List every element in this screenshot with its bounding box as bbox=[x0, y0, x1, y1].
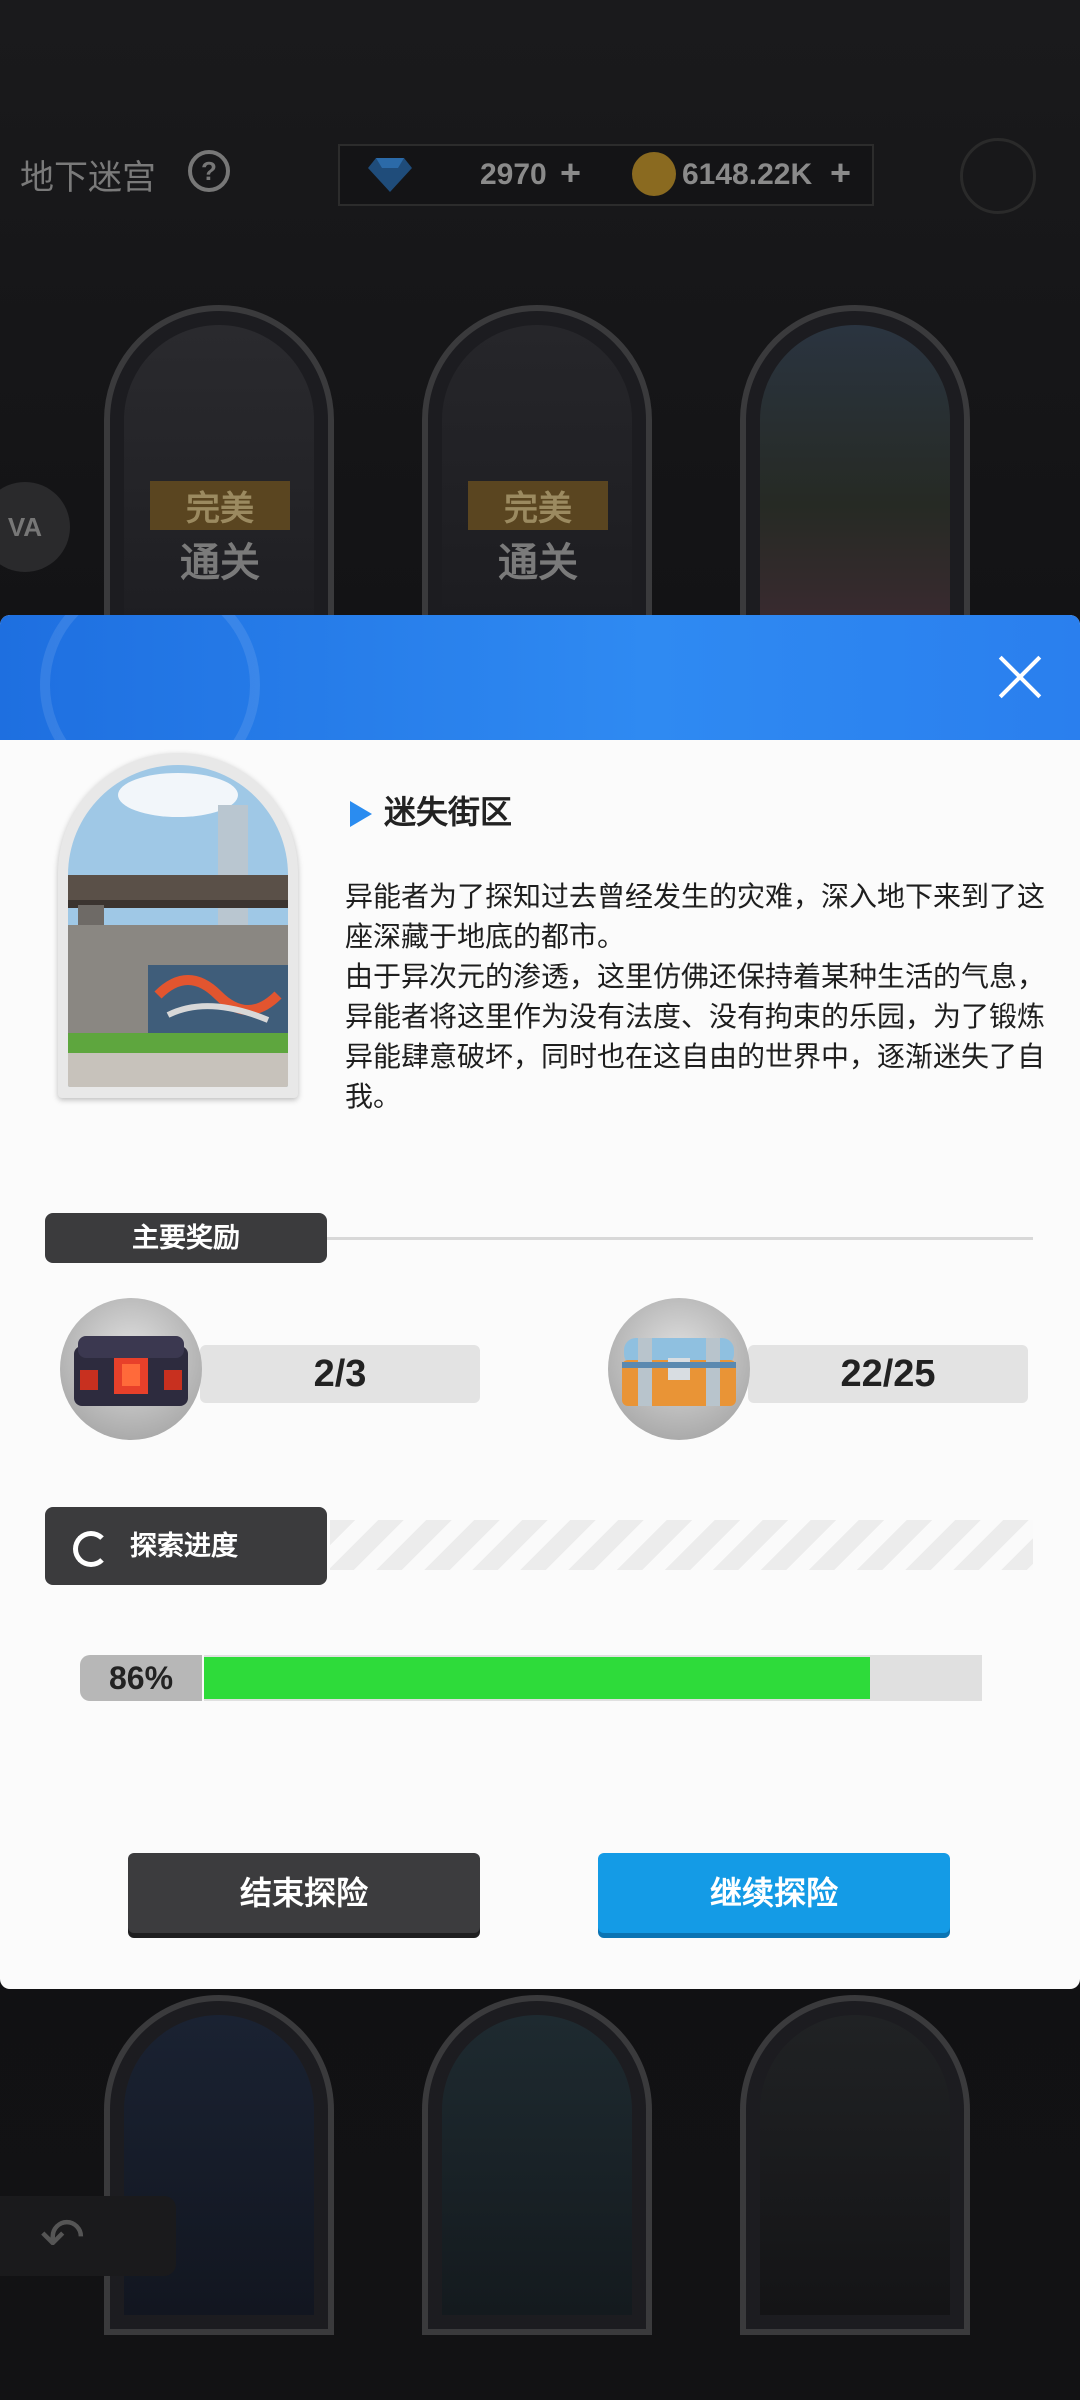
section-hatch-decoration bbox=[330, 1520, 1033, 1570]
progress-track bbox=[204, 1655, 982, 1701]
progress-fill bbox=[204, 1657, 870, 1699]
progress-label-text: 探索进度 bbox=[130, 1531, 238, 1561]
location-description: 异能者为了探知过去曾经发生的灾难，深入地下来到了这座深藏于地底的都市。 由于异次… bbox=[345, 877, 1045, 1117]
continue-exploration-button[interactable]: 继续探险 bbox=[598, 1853, 950, 1933]
blue-gold-chest-icon[interactable] bbox=[608, 1298, 750, 1440]
level-arch-1[interactable]: 完美 通关 bbox=[104, 305, 334, 645]
level-arch-5[interactable] bbox=[422, 1995, 652, 2335]
top-bar: 地下迷宫 ? 2970 + 6148.22K + bbox=[0, 130, 1080, 220]
loading-spinner-icon bbox=[73, 1531, 109, 1567]
close-icon[interactable] bbox=[996, 653, 1044, 701]
gold-coin-icon bbox=[632, 152, 676, 196]
description-paragraph: 异能者为了探知过去曾经发生的灾难，深入地下来到了这座深藏于地底的都市。 bbox=[345, 881, 1046, 952]
currency-bar: 2970 + 6148.22K + bbox=[338, 144, 874, 206]
gem-count: 2970 bbox=[480, 158, 547, 191]
badge-top-text: 完美 bbox=[468, 481, 608, 530]
reward-count-1: 2/3 bbox=[200, 1345, 480, 1403]
level-detail-modal: 迷失街区 异能者为了探知过去曾经发生的灾难，深入地下来到了这座深藏于地底的都市。… bbox=[0, 615, 1080, 1989]
dark-red-chest-icon[interactable] bbox=[60, 1298, 202, 1440]
level-arch-6[interactable] bbox=[740, 1995, 970, 2335]
exploration-progress-bar: 86% bbox=[80, 1655, 982, 1701]
location-thumbnail bbox=[58, 753, 298, 1098]
modal-header bbox=[0, 615, 1080, 795]
settings-ring-icon[interactable] bbox=[960, 138, 1036, 214]
section-divider bbox=[327, 1237, 1033, 1240]
level-arch-3[interactable] bbox=[740, 305, 970, 645]
perfect-clear-badge: 完美 通关 bbox=[150, 481, 290, 585]
diamond-icon bbox=[368, 158, 412, 192]
description-paragraph: 由于异次元的渗透，这里仿佛还保持着某种生活的气息，异能者将这里作为没有法度、没有… bbox=[345, 961, 1046, 1112]
triangle-marker-icon bbox=[350, 801, 372, 827]
coin-count: 6148.22K bbox=[682, 158, 813, 191]
add-coins-button[interactable]: + bbox=[830, 152, 851, 194]
add-gems-button[interactable]: + bbox=[560, 152, 581, 194]
level-arch-2[interactable]: 完美 通关 bbox=[422, 305, 652, 645]
rewards-section-label: 主要奖励 bbox=[45, 1213, 327, 1263]
level-image bbox=[760, 2015, 950, 2315]
badge-bottom-text: 通关 bbox=[180, 541, 260, 585]
badge-bottom-text: 通关 bbox=[498, 541, 578, 585]
level-image bbox=[760, 325, 950, 625]
side-logo[interactable]: VA bbox=[0, 482, 70, 572]
level-image bbox=[442, 2015, 632, 2315]
page-title: 地下迷宫 bbox=[20, 159, 156, 197]
progress-percent: 86% bbox=[80, 1655, 202, 1701]
back-arrow-icon: ↶ bbox=[40, 2208, 86, 2268]
location-title-text: 迷失街区 bbox=[384, 794, 513, 830]
location-title: 迷失街区 bbox=[350, 787, 512, 833]
question-circle-icon[interactable]: ? bbox=[188, 150, 230, 192]
level-arch-4[interactable] bbox=[104, 1995, 334, 2335]
perfect-clear-badge: 完美 通关 bbox=[468, 481, 608, 585]
chest-graphic bbox=[622, 1338, 736, 1406]
chest-graphic bbox=[74, 1336, 188, 1406]
back-button[interactable]: ↶ bbox=[0, 2196, 176, 2276]
badge-top-text: 完美 bbox=[150, 481, 290, 530]
location-image bbox=[68, 765, 288, 1087]
progress-section-label: 探索进度 bbox=[45, 1507, 327, 1585]
reward-count-2: 22/25 bbox=[748, 1345, 1028, 1403]
end-exploration-button[interactable]: 结束探险 bbox=[128, 1853, 480, 1933]
